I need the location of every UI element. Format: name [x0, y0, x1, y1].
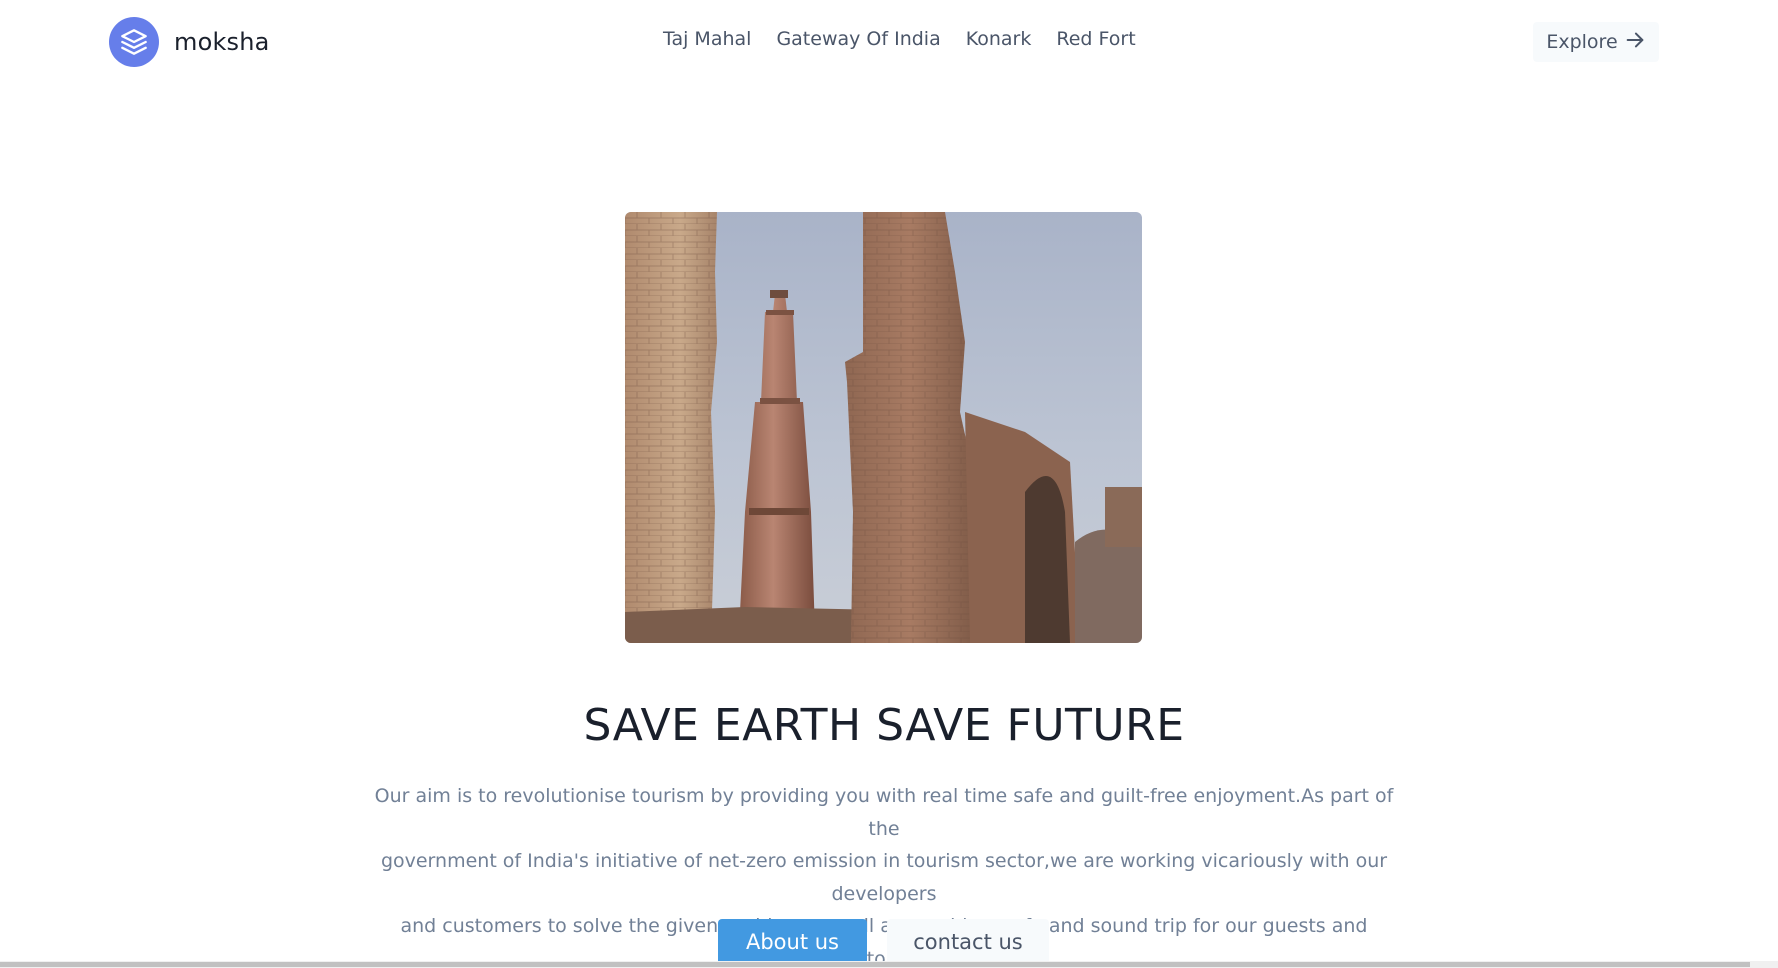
nav-link-gateway-of-india[interactable]: Gateway Of India	[776, 28, 940, 50]
explore-label: Explore	[1546, 31, 1618, 53]
hero-description: Our aim is to revolutionise tourism by p…	[364, 780, 1404, 968]
main-nav: Taj Mahal Gateway Of India Konark Red Fo…	[663, 28, 1136, 50]
contact-us-button[interactable]: contact us	[887, 919, 1049, 965]
hero-headline: SAVE EARTH SAVE FUTURE	[583, 700, 1185, 751]
about-us-button[interactable]: About us	[718, 919, 867, 965]
nav-link-taj-mahal[interactable]: Taj Mahal	[663, 28, 751, 50]
arrow-right-icon	[1624, 29, 1646, 56]
description-line: government of India's initiative of net-…	[380, 850, 1388, 905]
brand-name: moksha	[174, 28, 270, 56]
page: moksha Taj Mahal Gateway Of India Konark…	[0, 0, 1778, 968]
layers-icon	[109, 17, 159, 67]
scrollbar-thumb[interactable]	[0, 962, 1750, 967]
site-header: moksha Taj Mahal Gateway Of India Konark…	[0, 0, 1778, 86]
hero-image	[625, 212, 1142, 643]
explore-button[interactable]: Explore	[1533, 22, 1659, 62]
description-line: Our aim is to revolutionise tourism by p…	[374, 785, 1394, 840]
horizontal-scrollbar[interactable]	[0, 961, 1778, 968]
brand-link[interactable]: moksha	[109, 17, 270, 67]
nav-link-konark[interactable]: Konark	[966, 28, 1032, 50]
nav-link-red-fort[interactable]: Red Fort	[1056, 28, 1135, 50]
